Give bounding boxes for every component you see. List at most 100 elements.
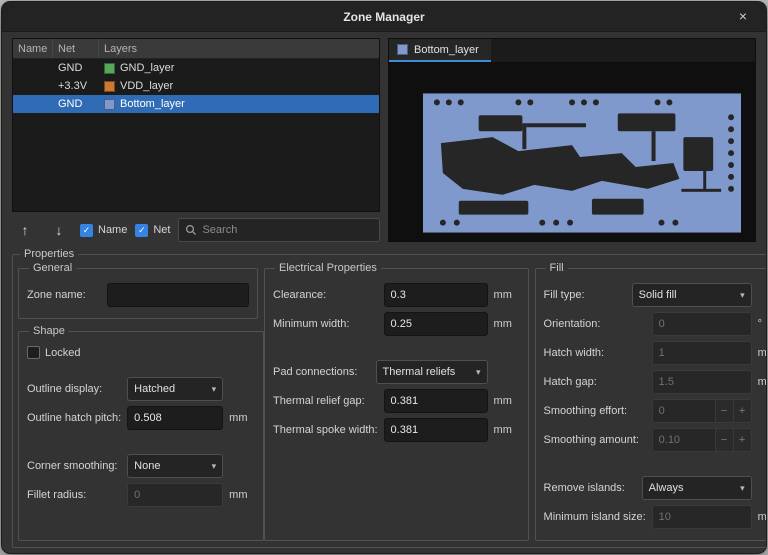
dropdown-value: Always: [649, 482, 684, 494]
thermal-relief-gap-unit: mm: [494, 395, 520, 407]
titlebar[interactable]: Zone Manager ×: [2, 2, 766, 32]
zone-net-cell: +3.3V: [53, 80, 99, 92]
smoothing-amount-input[interactable]: [652, 428, 716, 452]
smoothing-amount-spinner: − +: [652, 428, 752, 452]
hatch-width-input[interactable]: [652, 341, 752, 365]
show-name-checkbox[interactable]: ✓ Name: [80, 224, 127, 237]
column-header-name[interactable]: Name: [13, 39, 53, 58]
remove-islands-label: Remove islands:: [544, 482, 636, 494]
remove-islands-dropdown[interactable]: Always ▾: [642, 476, 752, 500]
checkbox-box: ✓: [135, 224, 148, 237]
fill-group: Fill Fill type: Solid fill ▾ Orientation…: [535, 262, 767, 541]
column-header-layers[interactable]: Layers: [99, 39, 379, 58]
chevron-down-icon: ▾: [212, 461, 217, 472]
hatch-width-unit: mm: [758, 347, 767, 359]
search-box[interactable]: [178, 218, 380, 242]
orientation-input[interactable]: [652, 312, 752, 336]
thermal-relief-gap-label: Thermal relief gap:: [273, 395, 378, 407]
layer-color-swatch: [397, 44, 408, 55]
increment-icon[interactable]: +: [734, 399, 752, 423]
thermal-spoke-width-unit: mm: [494, 424, 520, 436]
zone-layer-cell: GND_layer: [99, 62, 379, 74]
outline-display-dropdown[interactable]: Hatched ▾: [127, 377, 223, 401]
layer-color-swatch: [104, 99, 115, 110]
move-up-button[interactable]: ↑: [12, 218, 38, 242]
outline-hatch-pitch-input[interactable]: [127, 406, 223, 430]
zone-name-input[interactable]: [107, 283, 249, 307]
check-icon: ✓: [83, 226, 91, 235]
zone-table-body: GND GND_layer +3.3V VDD_layer: [13, 59, 379, 211]
hatch-gap-unit: mm: [758, 376, 767, 388]
zone-layer-label: VDD_layer: [120, 80, 173, 92]
checkbox-label: Locked: [45, 347, 80, 359]
zone-list-pane: Name Net Layers GND GND_layer: [12, 38, 380, 242]
fillet-radius-unit: mm: [229, 489, 255, 501]
minimum-island-size-unit: mm²: [758, 511, 767, 523]
smoothing-effort-spinner: − +: [652, 399, 752, 423]
column-header-net[interactable]: Net: [53, 39, 99, 58]
zone-manager-dialog: Zone Manager × Name Net Layers GND GND_: [1, 1, 767, 554]
properties-left-column: General Zone name: Shape Locked: [18, 262, 258, 541]
zone-row-bottom-layer[interactable]: GND Bottom_layer: [13, 95, 379, 113]
outline-hatch-pitch-unit: mm: [229, 412, 255, 424]
zone-layer-cell: VDD_layer: [99, 80, 379, 92]
dropdown-value: Thermal reliefs: [383, 366, 456, 378]
zone-name-label: Zone name:: [27, 289, 101, 301]
minimum-width-input[interactable]: [384, 312, 488, 336]
electrical-group-label: Electrical Properties: [275, 262, 381, 274]
search-input[interactable]: [202, 224, 373, 236]
properties-group: Properties General Zone name: Shape Lock…: [12, 248, 767, 548]
general-group: General Zone name:: [18, 262, 258, 319]
checkbox-box: ✓: [80, 224, 93, 237]
layer-color-swatch: [104, 81, 115, 92]
chevron-down-icon: ▾: [740, 483, 745, 494]
corner-smoothing-dropdown[interactable]: None ▾: [127, 454, 223, 478]
checkbox-label: Name: [98, 224, 127, 236]
shape-group-label: Shape: [29, 325, 69, 337]
chevron-down-icon: ▾: [740, 290, 745, 301]
hatch-gap-label: Hatch gap:: [544, 376, 646, 388]
zone-row-gnd-layer[interactable]: GND GND_layer: [13, 59, 379, 77]
locked-checkbox[interactable]: Locked: [27, 346, 80, 359]
arrow-down-icon: ↓: [56, 222, 63, 238]
arrow-up-icon: ↑: [22, 222, 29, 238]
dropdown-value: Hatched: [134, 383, 175, 395]
thermal-relief-gap-input[interactable]: [384, 389, 488, 413]
electrical-properties-group: Electrical Properties Clearance: mm Mini…: [264, 262, 529, 541]
shape-group: Shape Locked Outline display: Hatched ▾: [18, 325, 264, 541]
smoothing-amount-label: Smoothing amount:: [544, 434, 646, 446]
pcb-preview-image: [423, 93, 741, 233]
corner-smoothing-label: Corner smoothing:: [27, 460, 121, 472]
hatch-gap-input[interactable]: [652, 370, 752, 394]
show-net-checkbox[interactable]: ✓ Net: [135, 224, 170, 237]
dropdown-value: None: [134, 460, 160, 472]
clearance-input[interactable]: [384, 283, 488, 307]
minimum-island-size-input[interactable]: [652, 505, 752, 529]
increment-icon[interactable]: +: [734, 428, 752, 452]
fill-type-label: Fill type:: [544, 289, 626, 301]
layer-color-swatch: [104, 63, 115, 74]
chevron-down-icon: ▾: [212, 384, 217, 395]
properties-group-label: Properties: [20, 248, 78, 260]
thermal-spoke-width-label: Thermal spoke width:: [273, 424, 378, 436]
outline-display-label: Outline display:: [27, 383, 121, 395]
pad-connections-dropdown[interactable]: Thermal reliefs ▾: [376, 360, 488, 384]
clearance-unit: mm: [494, 289, 520, 301]
tab-bottom-layer[interactable]: Bottom_layer: [389, 39, 491, 62]
pcb-preview-canvas: [389, 63, 755, 241]
move-down-button[interactable]: ↓: [46, 218, 72, 242]
decrement-icon[interactable]: −: [716, 399, 734, 423]
fillet-radius-input[interactable]: [127, 483, 223, 507]
zone-row-vdd-layer[interactable]: +3.3V VDD_layer: [13, 77, 379, 95]
minimum-width-label: Minimum width:: [273, 318, 378, 330]
zone-layer-label: GND_layer: [120, 62, 174, 74]
smoothing-effort-input[interactable]: [652, 399, 716, 423]
fill-type-dropdown[interactable]: Solid fill ▾: [632, 283, 752, 307]
checkbox-box: [27, 346, 40, 359]
close-icon[interactable]: ×: [732, 6, 754, 28]
dialog-footer: Repour Apply Cancel OK: [2, 552, 766, 554]
fill-group-label: Fill: [546, 262, 568, 274]
decrement-icon[interactable]: −: [716, 428, 734, 452]
thermal-spoke-width-input[interactable]: [384, 418, 488, 442]
minimum-width-unit: mm: [494, 318, 520, 330]
